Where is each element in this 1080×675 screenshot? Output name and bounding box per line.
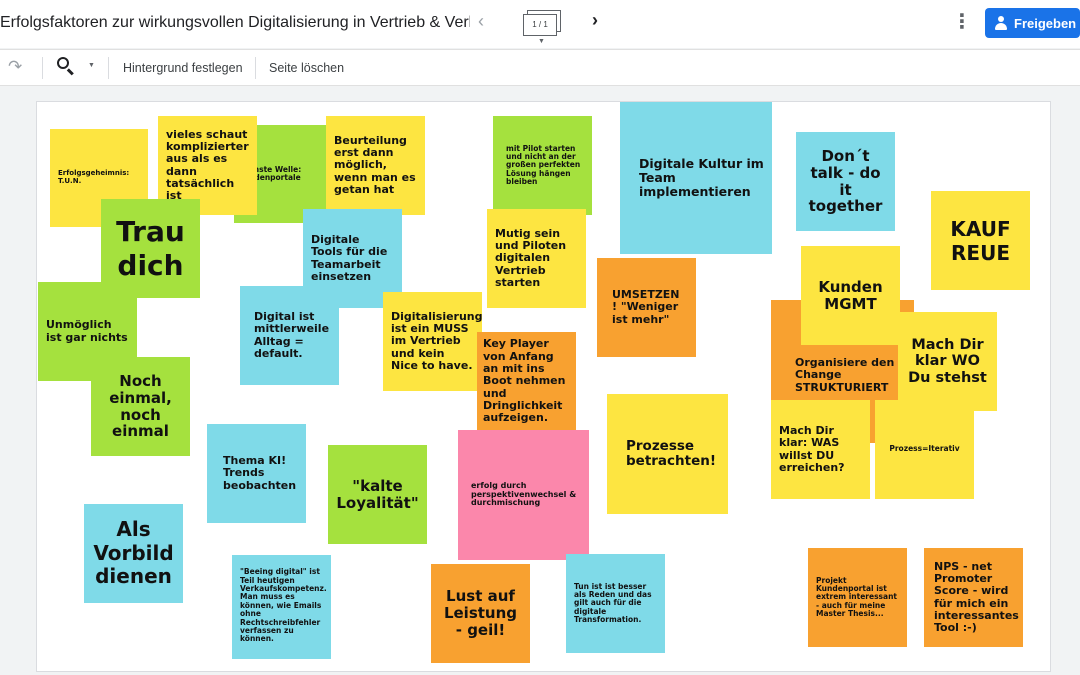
page-navigator[interactable]: 1 / 1 ▼ <box>523 10 563 45</box>
sticky-note[interactable]: erfolg durch perspektivenwechsel & durch… <box>458 430 589 560</box>
sticky-note[interactable]: Beurteilung erst dann möglich, wenn man … <box>326 116 425 215</box>
sticky-note[interactable]: Digitale Kultur im Team implementieren <box>620 102 772 254</box>
toolbar: ↷ ▼ Hintergrund festlegen Seite löschen <box>0 49 1080 86</box>
caret-down-icon[interactable]: ▼ <box>88 62 95 69</box>
sticky-note[interactable]: Digital ist mittlerweile Alltag = defaul… <box>240 286 339 385</box>
chevron-left-icon[interactable]: ‹ <box>478 11 484 32</box>
sticky-note[interactable]: Lust auf Leistung - geil! <box>431 564 530 663</box>
sticky-note[interactable]: "kalte Loyalität" <box>328 445 427 544</box>
toolbar-divider <box>255 57 256 79</box>
sticky-note[interactable]: Prozess=Iterativ <box>875 400 974 499</box>
share-button-label: Freigeben <box>1014 15 1077 31</box>
sticky-note[interactable]: Mach Dir klar: WAS willst DU erreichen? <box>771 400 870 499</box>
sticky-note[interactable]: UMSETZEN ! "Weniger ist mehr" <box>597 258 696 357</box>
more-vert-icon[interactable]: ⋮ <box>952 10 972 34</box>
chevron-right-icon[interactable]: › <box>592 10 598 31</box>
redo-icon[interactable]: ↷ <box>8 57 22 77</box>
sticky-note[interactable]: Digitalisierung ist ein MUSS im Vertrieb… <box>383 292 482 391</box>
sticky-note[interactable]: KAUF REUE <box>931 191 1030 290</box>
share-button[interactable]: Freigeben <box>985 8 1080 38</box>
sticky-note[interactable]: Thema KI! Trends beobachten <box>207 424 306 523</box>
page-indicator: 1 / 1 <box>523 14 557 36</box>
caret-down-icon: ▼ <box>538 38 545 45</box>
zoom-icon[interactable] <box>56 56 76 76</box>
sticky-note[interactable]: Tun ist ist besser als Reden und das gil… <box>566 554 665 653</box>
sticky-note[interactable]: Kunden MGMT <box>801 246 900 345</box>
document-title[interactable]: Erfolgsfaktoren zur wirkungsvollen Digit… <box>0 14 470 32</box>
sticky-note[interactable]: "Beeing digital" ist Teil heutigen Verka… <box>232 555 331 659</box>
sticky-note[interactable]: NPS - net Promoter Score - wird für mich… <box>924 548 1023 647</box>
sticky-note[interactable]: Als Vorbild dienen <box>84 504 183 603</box>
sticky-note[interactable]: Key Player von Anfang an mit ins Boot ne… <box>477 332 576 431</box>
sticky-note[interactable]: Don´t talk - do it together <box>796 132 895 231</box>
sticky-note[interactable]: Mutig sein und Piloten digitalen Vertrie… <box>487 209 586 308</box>
set-background-button[interactable]: Hintergrund festlegen <box>123 61 243 75</box>
whiteboard-canvas[interactable]: Erfolgsgeheimnis: T.U.N. Nächste Welle: … <box>36 101 1051 672</box>
sticky-note[interactable]: Projekt Kundenportal ist extrem interess… <box>808 548 907 647</box>
sticky-note[interactable]: Noch einmal, noch einmal <box>91 357 190 456</box>
app-header: Erfolgsfaktoren zur wirkungsvollen Digit… <box>0 0 1080 48</box>
sticky-note[interactable]: Prozesse betrachten! <box>607 394 728 514</box>
sticky-note[interactable]: mit Pilot starten und nicht an der große… <box>493 116 592 215</box>
toolbar-divider <box>42 57 43 79</box>
person-add-icon <box>995 16 1007 30</box>
toolbar-divider <box>108 57 109 79</box>
sticky-note[interactable]: Mach Dir klar WO Du stehst <box>898 312 997 411</box>
delete-page-button[interactable]: Seite löschen <box>269 61 344 75</box>
